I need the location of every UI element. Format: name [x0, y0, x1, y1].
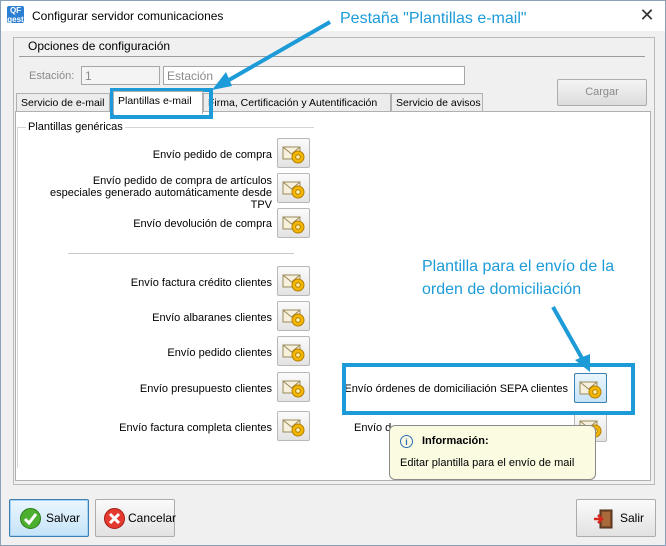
exit-label: Salir — [620, 511, 645, 525]
save-button[interactable]: Salvar — [9, 499, 89, 537]
arrow-to-tab — [221, 20, 331, 86]
exit-door-icon — [594, 509, 613, 529]
arrow-head-tab — [212, 72, 232, 90]
cancel-icon — [104, 508, 125, 529]
arrow-to-sepa — [551, 306, 585, 361]
tooltip-title: Información: — [422, 435, 489, 447]
exit-button[interactable]: Salir — [576, 499, 656, 537]
info-icon: i — [400, 435, 413, 448]
info-tooltip: i Información: Editar plantilla para el … — [389, 425, 596, 480]
check-icon — [20, 508, 41, 529]
cancel-label: Cancelar — [128, 511, 177, 525]
tab-plantillas-email[interactable]: Plantillas e-mail — [113, 91, 203, 114]
tooltip-text: Editar plantilla para el envío de mail — [400, 457, 575, 469]
save-label: Salvar — [46, 511, 81, 525]
cancel-button[interactable]: Cancelar — [95, 499, 177, 537]
